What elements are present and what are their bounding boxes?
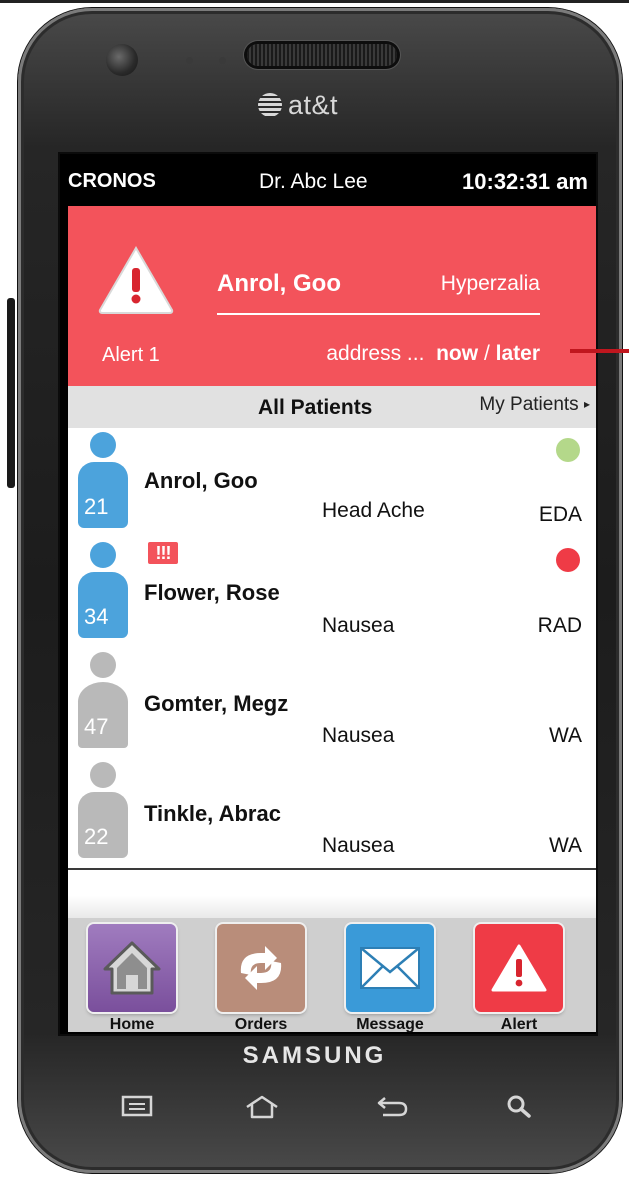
patient-name: Tinkle, Abrac <box>144 801 281 826</box>
patient-list: 21 Anrol, Goo Head Ache EDA 34 !!! Flowe… <box>68 428 596 896</box>
alert-actions: address ... now / later <box>326 342 540 366</box>
warning-triangle-icon <box>491 944 547 992</box>
message-tile <box>346 924 434 1012</box>
patient-diagnosis: Nausea <box>322 724 395 747</box>
patient-department: WA <box>548 724 582 747</box>
my-patients-label: My Patients <box>479 394 579 415</box>
light-sensor <box>219 57 226 64</box>
patient-number: 21 <box>84 494 109 519</box>
patient-department: WA <box>548 834 582 857</box>
alert-ellipsis: ... <box>406 342 425 365</box>
patient-diagnosis: Nausea <box>322 834 395 857</box>
bottom-tab-bar: Home Orders Message Alert <box>68 896 596 1033</box>
status-dot <box>556 438 580 462</box>
now-button[interactable]: now <box>436 342 478 365</box>
patient-department: EDA <box>538 503 582 526</box>
alert-patient-name[interactable]: Anrol, Goo <box>217 270 341 298</box>
earpiece-speaker <box>247 44 397 66</box>
patient-name: Gomter, Megz <box>144 691 289 716</box>
alert-label: Alert 1 <box>102 344 160 366</box>
app-name: CRONOS <box>68 170 156 192</box>
patient-row[interactable]: 47 Gomter, Megz Nausea WA <box>68 648 596 760</box>
patient-diagnosis: Nausea <box>322 614 395 637</box>
message-button[interactable]: Message <box>342 924 438 1033</box>
envelope-icon <box>360 947 420 989</box>
patient-avatar-icon: 21 <box>78 432 128 532</box>
annotation-pointer <box>570 349 629 353</box>
urgent-flag: !!! <box>148 542 178 564</box>
doctor-name: Dr. Abc Lee <box>259 170 368 193</box>
later-button[interactable]: later <box>496 342 540 365</box>
patient-number: 34 <box>84 604 109 629</box>
home-icon[interactable] <box>244 1094 280 1120</box>
house-icon <box>103 941 161 995</box>
patient-number: 22 <box>84 824 109 849</box>
status-dot <box>556 548 580 572</box>
patient-number: 47 <box>84 714 109 739</box>
warning-triangle-icon <box>98 246 174 314</box>
phone-screen: CRONOS Dr. Abc Lee 10:32:31 am Alert 1 A… <box>58 152 598 1036</box>
home-tile <box>88 924 176 1012</box>
search-icon[interactable] <box>505 1094 533 1120</box>
patient-department: RAD <box>537 614 582 637</box>
globe-icon <box>258 93 282 117</box>
patient-row[interactable]: 21 Anrol, Goo Head Ache EDA <box>68 428 596 540</box>
refresh-arrows-icon <box>240 946 282 990</box>
patient-avatar-icon: 34 <box>78 542 128 642</box>
tab-all-patients[interactable]: All Patients <box>258 396 372 420</box>
alert-button[interactable]: Alert <box>471 924 567 1033</box>
status-bar: CRONOS Dr. Abc Lee 10:32:31 am <box>60 154 596 206</box>
proximity-sensor <box>186 57 193 64</box>
chevron-right-icon: ▸ <box>583 397 590 411</box>
home-button[interactable]: Home <box>84 924 180 1033</box>
orders-button[interactable]: Orders <box>213 924 309 1033</box>
clock: 10:32:31 am <box>462 169 588 194</box>
orders-label: Orders <box>234 1016 288 1033</box>
back-icon[interactable] <box>375 1094 409 1120</box>
alert-address[interactable]: address <box>326 342 401 365</box>
tab-my-patients[interactable]: My Patients ▸ <box>479 394 590 416</box>
alert-banner[interactable]: Alert 1 Anrol, Goo Hyperzalia address ..… <box>68 206 596 386</box>
patient-name: Flower, Rose <box>144 580 280 605</box>
menu-icon[interactable] <box>121 1094 153 1118</box>
patient-row[interactable]: 34 !!! Flower, Rose Nausea RAD <box>68 538 596 650</box>
alert-tile <box>475 924 563 1012</box>
home-label: Home <box>109 1016 155 1033</box>
alert-tab-label: Alert <box>500 1016 538 1033</box>
carrier-name: at&t <box>288 89 339 120</box>
patient-avatar-icon: 22 <box>78 762 128 862</box>
patient-diagnosis: Head Ache <box>322 499 425 522</box>
alert-separator: / <box>483 342 490 365</box>
tab-bar-stripe <box>68 896 596 918</box>
patient-row[interactable]: 22 Tinkle, Abrac Nausea WA <box>68 758 596 870</box>
alert-condition: Hyperzalia <box>440 272 540 295</box>
message-label: Message <box>356 1016 424 1033</box>
patient-name: Anrol, Goo <box>144 468 258 493</box>
front-camera <box>106 44 138 76</box>
top-border <box>0 0 629 3</box>
carrier-brand: at&t <box>258 88 338 122</box>
alert-divider <box>217 313 540 315</box>
orders-tile <box>217 924 305 1012</box>
patient-avatar-icon: 47 <box>78 652 128 752</box>
volume-button[interactable] <box>7 298 15 488</box>
manufacturer-logo: SAMSUNG <box>242 1042 387 1069</box>
patient-filter-bar: All Patients My Patients ▸ <box>68 386 596 428</box>
